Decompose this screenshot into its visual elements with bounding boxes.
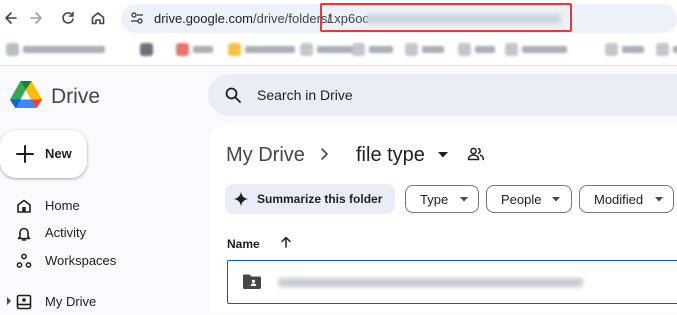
- sidebar-item-label: Activity: [45, 225, 87, 240]
- name-column-header[interactable]: Name: [227, 237, 260, 251]
- breadcrumb-current[interactable]: file type: [356, 144, 425, 167]
- plus-icon: [14, 143, 36, 165]
- back-arrow-icon[interactable]: [0, 7, 22, 29]
- bookmark-item[interactable]: [176, 43, 213, 56]
- sidebar-item-label: Home: [45, 198, 80, 213]
- bell-icon: [15, 224, 33, 242]
- bookmark-item[interactable]: [228, 43, 295, 56]
- main-panel: My Drive file type Summarize this folder…: [210, 124, 677, 312]
- sidebar-item-home[interactable]: Home: [0, 193, 205, 219]
- caret-right-icon[interactable]: [6, 297, 12, 305]
- bookmark-item[interactable]: [352, 43, 393, 56]
- summarize-folder-button[interactable]: Summarize this folder: [225, 184, 395, 214]
- bookmark-item[interactable]: [6, 43, 105, 56]
- bookmark-item[interactable]: [605, 43, 644, 56]
- summarize-folder-label: Summarize this folder: [257, 192, 383, 206]
- modified-filter-chip[interactable]: Modified: [579, 185, 674, 213]
- sidebar-item-activity[interactable]: Activity: [0, 220, 205, 246]
- sort-ascending-icon[interactable]: [279, 235, 293, 249]
- search-bar[interactable]: Search in Drive: [208, 74, 677, 116]
- sidebar-item-workspaces[interactable]: Workspaces: [0, 248, 205, 274]
- bookmark-item[interactable]: [140, 43, 153, 56]
- url-folder-id: 1xp6oc: [327, 11, 369, 26]
- chip-label: People: [501, 192, 542, 207]
- drive-logo-icon[interactable]: [10, 80, 42, 109]
- caret-down-icon: [460, 197, 468, 202]
- people-filter-chip[interactable]: People: [486, 185, 572, 213]
- url-highlight-box: 1xp6oc: [320, 3, 572, 32]
- app-title: Drive: [51, 85, 101, 108]
- chevron-right-icon: [318, 147, 330, 161]
- caret-down-icon[interactable]: [438, 152, 448, 158]
- shared-folder-icon: [242, 273, 262, 291]
- bookmark-item[interactable]: [405, 43, 444, 56]
- sidebar-item-my-drive[interactable]: My Drive: [0, 289, 205, 315]
- caret-down-icon: [655, 197, 663, 202]
- sidebar-item-label: My Drive: [45, 294, 97, 309]
- address-bar[interactable]: drive.google.com/drive/folders/ 1xp6oc: [121, 3, 677, 33]
- chip-label: Type: [420, 192, 449, 207]
- bookmark-item[interactable]: [505, 43, 567, 56]
- search-icon[interactable]: [224, 86, 242, 104]
- table-row[interactable]: [227, 260, 677, 304]
- new-button-label: New: [45, 146, 72, 161]
- bookmark-item[interactable]: [656, 43, 677, 56]
- type-filter-chip[interactable]: Type: [405, 185, 479, 213]
- breadcrumb-root[interactable]: My Drive: [226, 144, 305, 167]
- bookmark-item[interactable]: [458, 43, 495, 56]
- home-icon[interactable]: [87, 7, 109, 29]
- my-drive-icon: [15, 293, 33, 311]
- new-button[interactable]: New: [0, 130, 87, 178]
- home-icon: [15, 197, 33, 215]
- file-name-redacted: [278, 278, 583, 287]
- forward-arrow-icon[interactable]: [25, 7, 47, 29]
- caret-down-icon: [552, 197, 560, 202]
- shared-people-icon[interactable]: [467, 146, 485, 162]
- sparkle-icon: [233, 191, 249, 207]
- url-redacted: [366, 14, 561, 24]
- chrome-divider: [0, 65, 677, 66]
- bookmark-item[interactable]: [300, 43, 357, 56]
- url-text: drive.google.com/drive/folders/: [154, 11, 331, 26]
- bookmarks-bar: [0, 36, 677, 64]
- url-host: drive.google.com: [154, 11, 253, 26]
- chip-label: Modified: [594, 192, 644, 207]
- workspaces-icon: [15, 252, 33, 270]
- search-input[interactable]: Search in Drive: [257, 87, 353, 103]
- sidebar-item-label: Workspaces: [45, 253, 117, 268]
- reload-icon[interactable]: [57, 7, 79, 29]
- browser-chrome: drive.google.com/drive/folders/ 1xp6oc: [0, 0, 677, 66]
- site-info-icon[interactable]: [129, 10, 145, 26]
